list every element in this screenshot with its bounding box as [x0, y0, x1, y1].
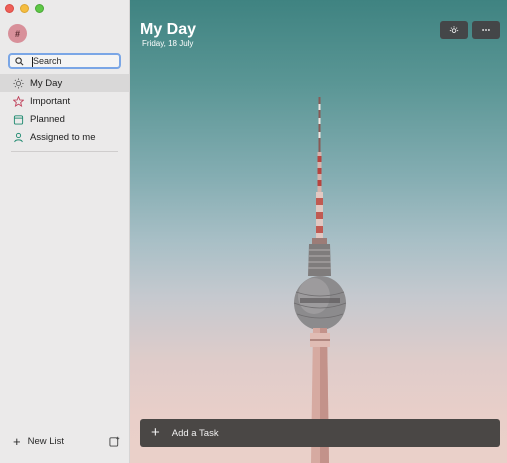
more-options-button[interactable] [472, 21, 500, 39]
new-list-button[interactable]: + New List [13, 433, 65, 449]
sidebar-item-important[interactable]: Important [0, 92, 129, 110]
add-task-label: Add a Task [171, 427, 219, 439]
search-input[interactable]: Search [8, 53, 121, 69]
plus-icon: + [13, 433, 21, 449]
close-window-button[interactable] [5, 4, 14, 13]
new-list-label: New List [27, 436, 65, 447]
plus-icon: + [151, 424, 160, 441]
sidebar-nav: My Day Important Planned Assigned to me [0, 74, 129, 146]
search-icon [15, 56, 24, 65]
sun-icon [13, 77, 24, 89]
sidebar-divider [11, 151, 118, 152]
avatar[interactable]: # [8, 24, 27, 43]
star-icon [13, 95, 24, 107]
search-placeholder: Search [32, 56, 62, 67]
window-controls [5, 4, 44, 13]
background-image [293, 97, 347, 463]
sun-icon [449, 26, 459, 33]
main-panel: My Day Friday, 18 July + Add a Task [130, 0, 507, 463]
page-title: My Day [140, 21, 197, 38]
sidebar-item-assigned-to-me[interactable]: Assigned to me [0, 128, 129, 146]
suggestions-button[interactable] [440, 21, 468, 39]
person-icon [13, 132, 24, 143]
add-task-input[interactable]: + Add a Task [140, 419, 500, 447]
sidebar-item-label: Important [30, 95, 71, 107]
ellipsis-icon [482, 29, 490, 31]
sidebar-item-label: Assigned to me [30, 131, 96, 143]
sidebar-item-my-day[interactable]: My Day [0, 74, 129, 92]
new-group-icon[interactable] [109, 436, 120, 447]
sidebar: # Search My Day Important Planned Assign… [0, 0, 130, 463]
minimize-window-button[interactable] [20, 4, 29, 13]
sidebar-item-label: My Day [30, 77, 63, 89]
calendar-icon [13, 114, 24, 125]
sidebar-item-planned[interactable]: Planned [0, 110, 129, 128]
zoom-window-button[interactable] [35, 4, 44, 13]
sidebar-item-label: Planned [30, 113, 65, 125]
page-date: Friday, 18 July [142, 39, 194, 48]
